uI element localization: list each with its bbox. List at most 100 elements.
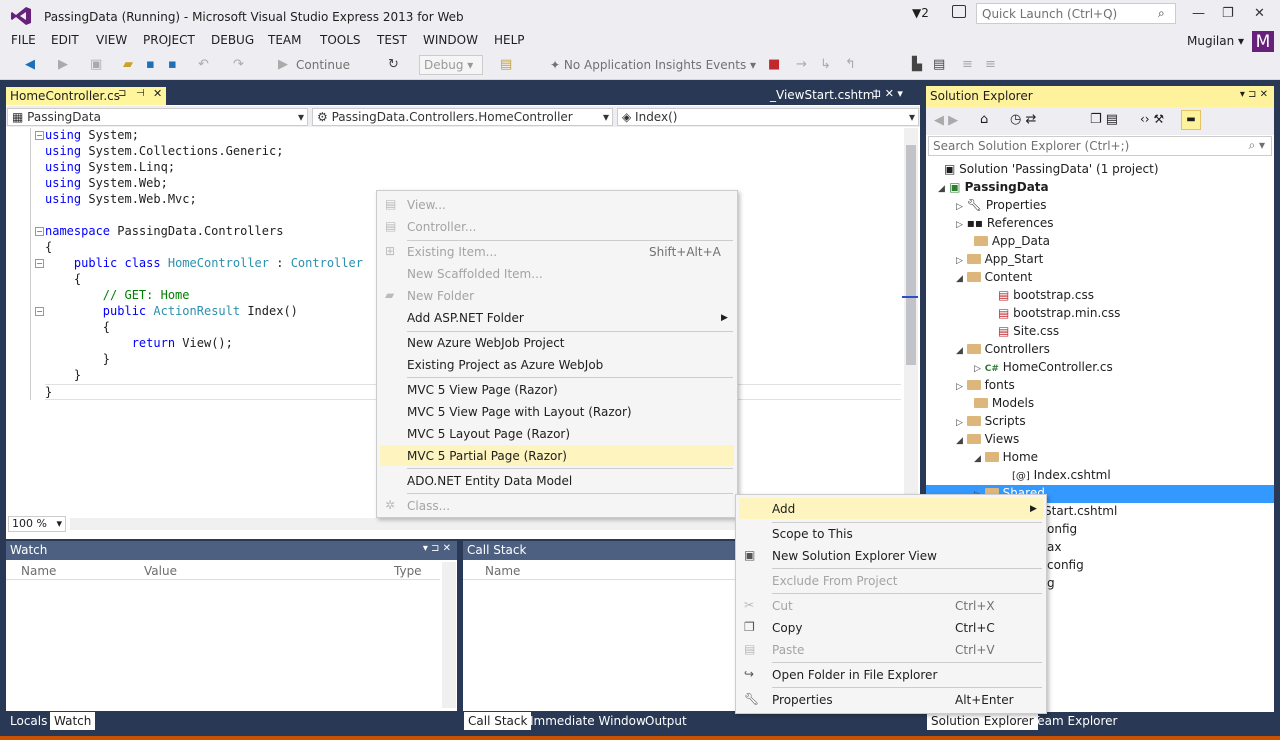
project-dropdown[interactable]: ▦ PassingData ▾ (7, 108, 308, 126)
preview-toggle-icon[interactable]: ▬ (1181, 110, 1201, 130)
tree-content[interactable]: ◢ Content (956, 270, 1032, 288)
tree-partial-item[interactable]: config (1047, 558, 1084, 576)
tab-team-explorer[interactable]: Team Explorer (1028, 712, 1122, 730)
menu-team[interactable]: TEAM (268, 33, 301, 47)
tree-home[interactable]: ◢ Home (974, 450, 1038, 468)
undo-icon[interactable]: ↶ (198, 57, 209, 72)
pin-tab-icon[interactable]: ⊣ (136, 88, 145, 99)
tab-output[interactable]: Output (641, 712, 691, 730)
tree-bootstrap-css[interactable]: ▤ bootstrap.css (998, 288, 1094, 306)
find-icon[interactable]: ▤ (500, 57, 512, 72)
menu-debug[interactable]: DEBUG (211, 33, 254, 47)
tree-solution[interactable]: ▣ Solution 'PassingData' (1 project) (944, 162, 1159, 180)
close-icon[interactable]: ✕ (1254, 6, 1265, 21)
menu-view[interactable]: VIEW (96, 33, 127, 47)
tree-app-start[interactable]: ▷ App_Start (956, 252, 1043, 270)
avatar[interactable]: M (1252, 31, 1274, 53)
menu-add-aspnet-folder[interactable]: Add ASP.NET Folder (407, 308, 524, 328)
collapse-method[interactable]: − (35, 307, 44, 316)
se-back-icon[interactable]: ◀ ▶ (934, 113, 958, 128)
member-dropdown[interactable]: ◈ Index() ▾ (617, 108, 919, 126)
quick-launch-input[interactable]: Quick Launch (Ctrl+Q) (976, 3, 1176, 24)
save-icon[interactable]: ▪ (146, 57, 155, 72)
tree-scripts[interactable]: ▷ Scripts (956, 414, 1026, 432)
tree-properties[interactable]: ▷ 🔧︎ Properties (956, 198, 1046, 216)
play-icon[interactable]: ▶ (278, 57, 288, 72)
menu-help[interactable]: HELP (494, 33, 525, 47)
tab-callstack[interactable]: Call Stack (464, 712, 532, 730)
continue-button[interactable]: Continue (296, 58, 350, 72)
close-tab-icon[interactable]: ✕ (153, 87, 162, 100)
menu-scope-to-this[interactable]: Scope to This (772, 524, 853, 544)
format-icon[interactable]: ▙ (912, 57, 922, 72)
sync-icon[interactable]: ◷ ⇄ (1010, 112, 1036, 127)
tree-homecontroller[interactable]: ▷ C# HomeController.cs (974, 360, 1113, 378)
tree-partial-item[interactable]: g (1047, 576, 1055, 594)
menu-mvc5-view-layout[interactable]: MVC 5 View Page with Layout (Razor) (407, 402, 632, 422)
menu-mvc5-view-page[interactable]: MVC 5 View Page (Razor) (407, 380, 558, 400)
menu-add[interactable]: Add (772, 499, 795, 519)
tree-project[interactable]: ◢ ▣ PassingData (938, 180, 1049, 198)
menu-properties[interactable]: Properties (772, 690, 833, 710)
redo-icon[interactable]: ↷ (233, 57, 244, 72)
indent-icon[interactable]: ▤ (933, 57, 945, 72)
menu-exclude[interactable]: Exclude From Project (772, 571, 897, 591)
menu-project[interactable]: PROJECT (143, 33, 195, 47)
tree-views[interactable]: ◢ Views (956, 432, 1019, 450)
tab-solution-explorer[interactable]: Solution Explorer (927, 712, 1038, 730)
tree-controllers[interactable]: ◢ Controllers (956, 342, 1050, 360)
menu-new-se-view[interactable]: New Solution Explorer View (772, 546, 937, 566)
tree-references[interactable]: ▷ ▪▪ References (956, 216, 1054, 234)
solution-search-input[interactable]: Search Solution Explorer (Ctrl+;) ⌕ ▾ (928, 136, 1272, 156)
tree-partial-item[interactable]: ax (1047, 540, 1061, 558)
menu-tools[interactable]: TOOLS (320, 33, 361, 47)
menu-test[interactable]: TEST (377, 33, 407, 47)
menu-copy[interactable]: Copy (772, 618, 802, 638)
menu-new-scaffolded[interactable]: New Scaffolded Item... (407, 264, 543, 284)
menu-file[interactable]: FILE (11, 33, 36, 47)
tab-viewstart[interactable]: _ViewStart.cshtml (770, 88, 878, 102)
tree-partial-item[interactable]: onfig (1047, 522, 1077, 540)
comment-icon[interactable]: ≡ (962, 57, 973, 72)
home-icon[interactable]: ⌂ (980, 112, 988, 127)
collapse-namespace[interactable]: − (35, 227, 44, 236)
menu-mvc5-layout-page[interactable]: MVC 5 Layout Page (Razor) (407, 424, 570, 444)
uncomment-icon[interactable]: ≡ (985, 57, 996, 72)
menu-controller[interactable]: Controller... (407, 217, 476, 237)
zoom-select[interactable]: 100 % ▾ (8, 516, 66, 532)
save-all-icon[interactable]: ▪ (168, 57, 177, 72)
menu-open-folder[interactable]: Open Folder in File Explorer (772, 665, 937, 685)
tree-site-css[interactable]: ▤ Site.css (998, 324, 1059, 342)
menu-azure-webjob[interactable]: New Azure WebJob Project (407, 333, 565, 353)
forward-icon[interactable]: ▶ (58, 57, 68, 72)
notifications-flag[interactable]: ▼2 (912, 6, 929, 20)
menu-new-folder[interactable]: New Folder (407, 286, 474, 306)
collapse-all-icon[interactable]: ❐ ▤ (1090, 112, 1118, 127)
tree-index-cshtml[interactable]: [@] Index.cshtml (1012, 468, 1111, 486)
tree-partial-item[interactable]: Start.cshtml (1044, 504, 1117, 522)
collapse-class[interactable]: − (35, 259, 44, 268)
menu-mvc5-partial-page[interactable]: MVC 5 Partial Page (Razor) (407, 446, 567, 466)
tree-models[interactable]: Models (974, 396, 1034, 414)
menu-existing-azure-webjob[interactable]: Existing Project as Azure WebJob (407, 355, 603, 375)
debug-config-select[interactable]: Debug ▾ (419, 55, 483, 75)
step-over-icon[interactable]: → (796, 57, 807, 72)
search-icon[interactable]: ⌕ (1158, 6, 1165, 21)
scrollbar-thumb[interactable] (906, 145, 916, 365)
step-into-icon[interactable]: ↳ (820, 57, 831, 72)
view-code-icon[interactable]: ‹› ⚒ (1140, 112, 1164, 126)
menu-class[interactable]: Class... (407, 496, 450, 516)
restart-icon[interactable]: ↻ (388, 57, 399, 72)
menu-edit[interactable]: EDIT (51, 33, 79, 47)
user-name[interactable]: Mugilan ▾ (1187, 34, 1244, 48)
minimize-icon[interactable]: — (1192, 6, 1205, 21)
menu-view-item[interactable]: View... (407, 195, 446, 215)
maximize-icon[interactable]: ❐ (1222, 6, 1234, 21)
stop-icon[interactable]: ■ (768, 57, 780, 72)
watch-scrollbar[interactable] (442, 562, 456, 708)
open-icon[interactable]: ▰ (123, 57, 133, 72)
menu-cut[interactable]: Cut (772, 596, 793, 616)
tab-immediate[interactable]: Immediate Window (526, 712, 650, 730)
menu-existing-item[interactable]: Existing Item... (407, 242, 497, 262)
feedback-icon[interactable] (952, 5, 966, 18)
